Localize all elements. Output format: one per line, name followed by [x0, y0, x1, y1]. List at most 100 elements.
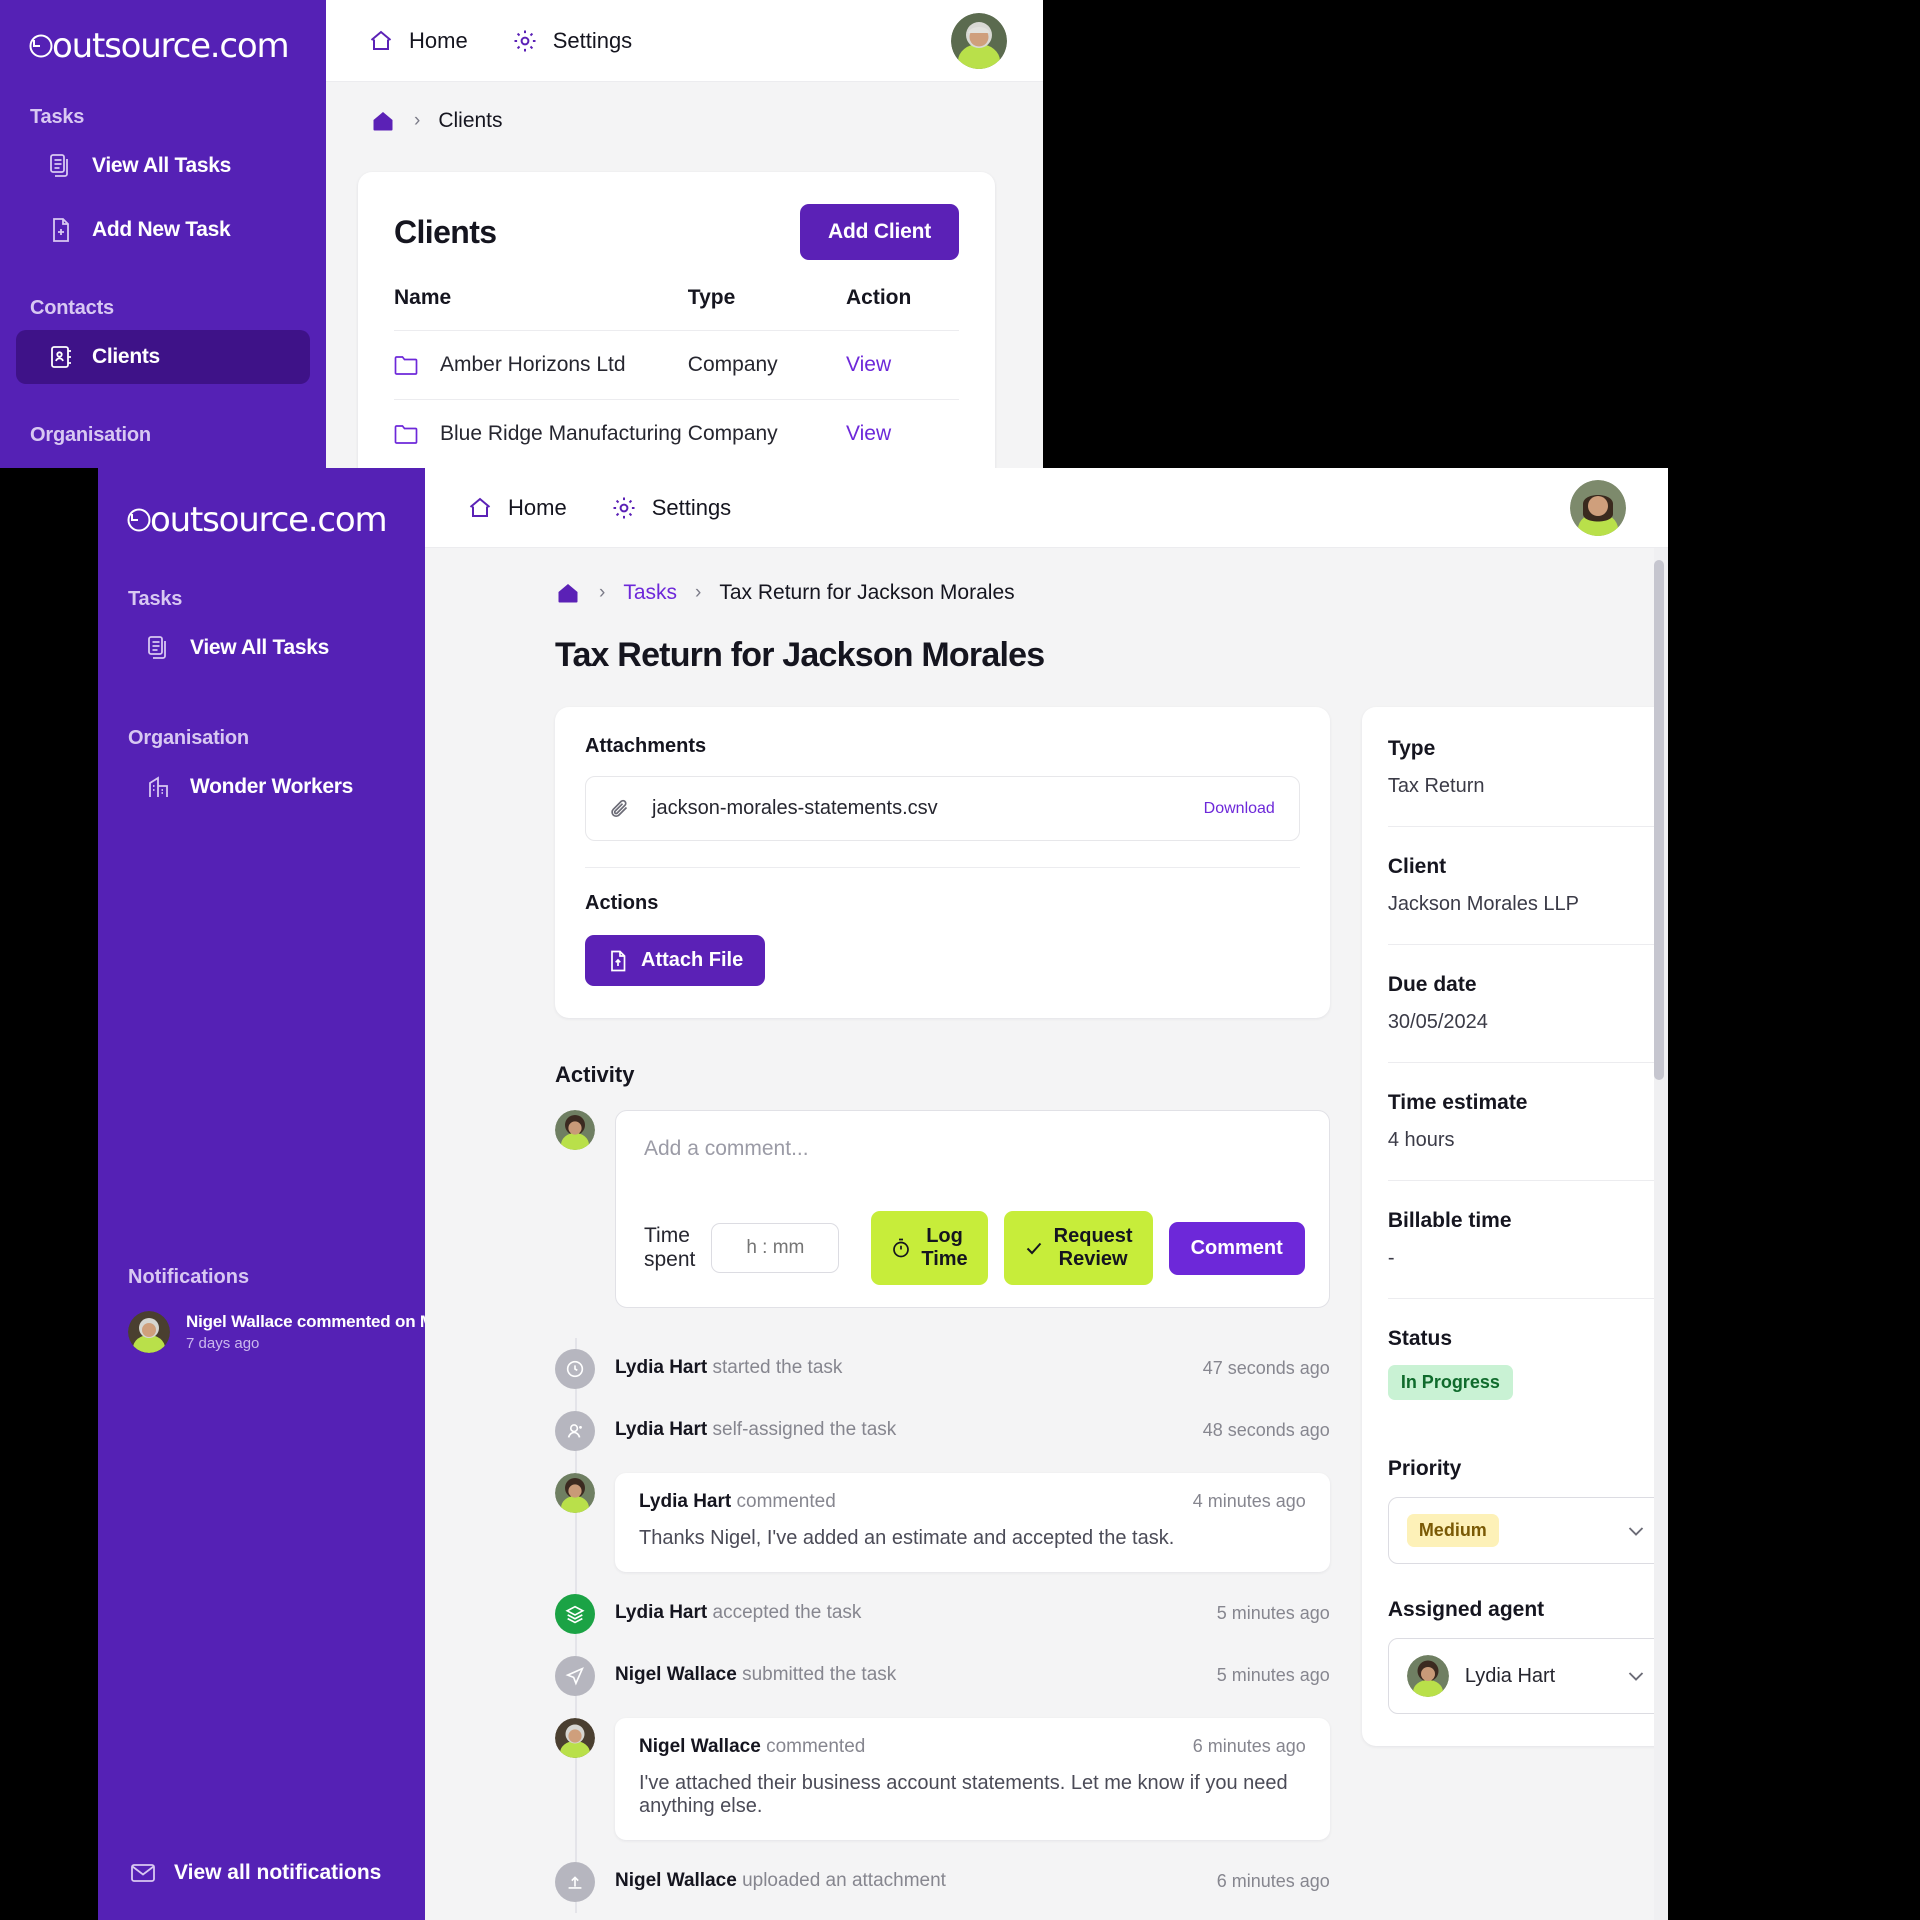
feed-time: 4 minutes ago	[1192, 1491, 1306, 1511]
back-brand-text: outsource.com	[52, 26, 290, 66]
log-time-button[interactable]: Log Time	[871, 1211, 988, 1285]
time-spent-label: Time spent	[644, 1224, 696, 1271]
page-title: Tax Return for Jackson Morales	[555, 636, 1045, 674]
view-link[interactable]: View	[846, 353, 891, 376]
sidebar-item-wonder-workers[interactable]: Wonder Workers	[114, 760, 409, 814]
front-topnav: Home Settings	[425, 495, 731, 521]
panel-divider	[585, 867, 1300, 868]
feed-item: Lydia Hart self-assigned the task 48 sec…	[555, 1400, 1330, 1462]
sidebar-item-add-new-task[interactable]: Add New Task	[16, 203, 310, 257]
notification-text: Nigel Wallace commented on Ma	[186, 1312, 444, 1331]
notification-item[interactable]: Nigel Wallace commented on Ma 7 days ago	[98, 1301, 443, 1363]
view-all-label: View all notifications	[174, 1861, 382, 1884]
user-avatar[interactable]	[1570, 480, 1626, 536]
request-review-button[interactable]: Request Review	[1003, 1211, 1153, 1285]
sidebar-item-view-all-tasks[interactable]: View All Tasks	[114, 621, 409, 675]
feed-time: 5 minutes ago	[1216, 1665, 1330, 1685]
view-all-notifications-link[interactable]: View all notifications	[98, 1860, 381, 1886]
attachment-name: jackson-morales-statements.csv	[652, 797, 938, 819]
sidebar-label: View All Tasks	[92, 154, 231, 177]
priority-label: Priority	[1387, 1457, 1462, 1480]
home-icon	[467, 495, 493, 521]
due-date-value: 30/05/2024	[1387, 1011, 1488, 1033]
home-icon[interactable]	[370, 108, 396, 134]
detail-divider	[1387, 1180, 1666, 1181]
download-link[interactable]: Download	[1204, 800, 1275, 818]
feed-time: 47 seconds ago	[1202, 1358, 1330, 1378]
feed-actor: Lydia Hart	[615, 1602, 708, 1623]
avatar	[555, 1473, 595, 1513]
scrollbar-thumb[interactable]	[1654, 560, 1664, 1080]
front-brand[interactable]: outsource.com	[98, 468, 425, 540]
detail-divider	[1388, 1428, 1666, 1429]
back-section-contacts: Contacts	[30, 297, 114, 319]
avatar	[555, 1110, 595, 1150]
documents-icon	[48, 153, 74, 179]
table-row[interactable]: Blue Ridge Manufacturing Company View	[394, 399, 959, 468]
attachment-row[interactable]: jackson-morales-statements.csv Download	[585, 776, 1300, 841]
topnav-settings[interactable]: Settings	[611, 495, 731, 521]
clients-card-header: Clients Add Client	[358, 172, 995, 260]
topnav-home[interactable]: Home	[467, 495, 567, 521]
breadcrumb-tasks[interactable]: Tasks	[623, 581, 677, 605]
client-label: Client	[1387, 855, 1447, 878]
client-name: Blue Ridge Manufacturing	[440, 422, 682, 445]
comment-input[interactable]: Add a comment...	[616, 1111, 1329, 1161]
feed-text: Lydia Hart self-assigned the task	[615, 1411, 896, 1441]
table-row[interactable]: Amber Horizons Ltd Company View	[394, 330, 959, 400]
sidebar-item-view-all-tasks[interactable]: View All Tasks	[16, 139, 310, 193]
actions-label: Actions	[585, 892, 659, 914]
home-icon[interactable]	[555, 580, 581, 606]
due-date-label: Due date	[1387, 973, 1477, 996]
folder-icon	[394, 423, 418, 445]
time-spent-input[interactable]	[711, 1223, 840, 1273]
screen: outsource.com Tasks View All Tasks Add N…	[0, 0, 1920, 1920]
billable-time-label: Billable time	[1387, 1209, 1512, 1232]
col-action: Action	[845, 286, 912, 309]
logo-mark-icon	[126, 507, 152, 533]
sidebar-item-organisation[interactable]: Abacus	[16, 457, 310, 468]
feed-action: commented	[736, 1491, 836, 1512]
gear-icon	[512, 28, 538, 54]
sidebar-label: Add New Task	[92, 218, 231, 241]
client-type: Company	[687, 399, 846, 468]
detail-divider	[1387, 1298, 1666, 1299]
user-assign-icon	[555, 1411, 595, 1451]
view-link[interactable]: View	[846, 422, 891, 445]
add-client-button[interactable]: Add Client	[800, 204, 959, 260]
feed-actor: Lydia Hart	[639, 1491, 732, 1512]
clock-user-icon	[555, 1349, 595, 1389]
feed-actor: Nigel Wallace	[639, 1736, 761, 1757]
clients-window: outsource.com Tasks View All Tasks Add N…	[0, 0, 1043, 468]
front-sidebar: outsource.com Tasks View All Tasks Organ…	[98, 468, 443, 1920]
topnav-home[interactable]: Home	[368, 28, 468, 54]
feed-time: 48 seconds ago	[1202, 1420, 1330, 1440]
detail-divider	[1387, 826, 1666, 827]
time-estimate-label: Time estimate	[1387, 1091, 1528, 1114]
comment-button[interactable]: Comment	[1168, 1221, 1305, 1275]
assigned-agent-select[interactable]: Lydia Hart	[1387, 1638, 1666, 1714]
back-brand[interactable]: outsource.com	[0, 0, 326, 66]
feed-text: Nigel Wallace uploaded an attachment	[615, 1862, 946, 1892]
comment-composer[interactable]: Add a comment... Time spent h: mm Log T…	[615, 1110, 1330, 1308]
feed-time: 6 minutes ago	[1192, 1736, 1306, 1756]
activity-feed: Lydia Hart started the task 47 seconds a…	[555, 1338, 1330, 1913]
front-section-tasks: Tasks	[128, 588, 183, 610]
feed-time: 6 minutes ago	[1216, 1871, 1330, 1891]
file-upload-icon	[607, 950, 629, 972]
time-estimate-value: 4 hours	[1387, 1129, 1455, 1151]
attachments-label: Attachments	[585, 735, 707, 757]
client-type: Company	[687, 330, 846, 400]
feed-text: Lydia Hart started the task	[615, 1349, 842, 1379]
priority-select[interactable]: Medium	[1387, 1497, 1666, 1564]
topnav-home-label: Home	[508, 494, 567, 520]
front-content: › Tasks › Tax Return for Jackson Morales…	[425, 548, 1668, 1920]
attach-file-button[interactable]: Attach File	[585, 935, 766, 986]
sidebar-item-clients[interactable]: Clients	[16, 330, 310, 384]
feed-item-comment: Nigel Wallace commented 6 minutes ago I'…	[555, 1707, 1330, 1851]
envelope-icon	[130, 1860, 156, 1886]
front-notifications-title: Notifications	[128, 1266, 250, 1288]
topnav-settings[interactable]: Settings	[512, 28, 632, 54]
user-avatar[interactable]	[951, 13, 1007, 69]
breadcrumb-separator: ›	[414, 110, 421, 131]
